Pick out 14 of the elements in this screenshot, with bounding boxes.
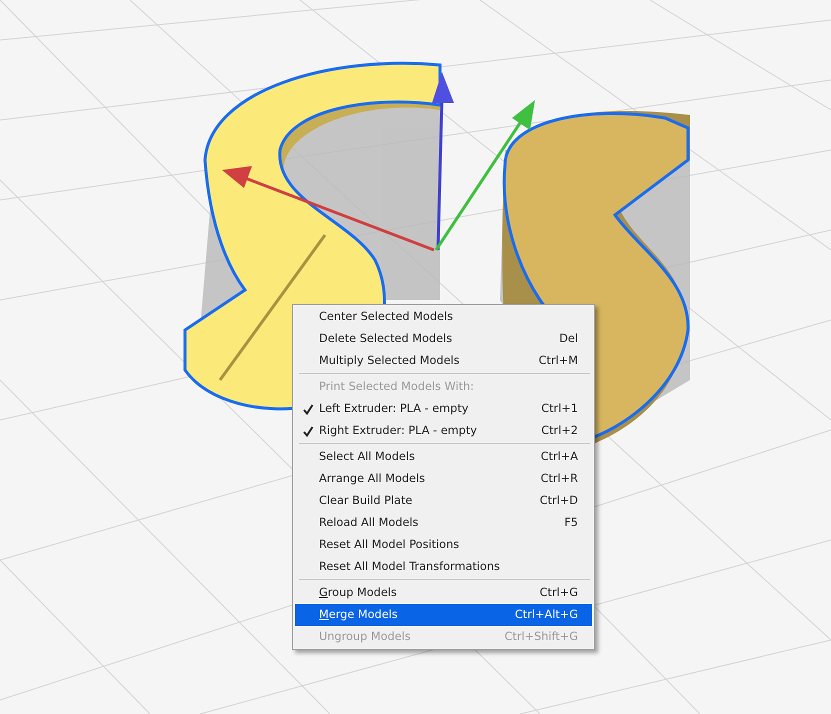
menu-section-header: Print Selected Models With: [319, 378, 474, 395]
menu-item[interactable]: Select All Models Ctrl+A [295, 446, 592, 468]
menu-item[interactable]: Reload All Models F5 [295, 512, 592, 534]
menu-item[interactable]: Clear Build Plate Ctrl+D [295, 490, 592, 512]
menu-item[interactable]: Delete Selected Models Del [295, 328, 592, 350]
menu-item[interactable]: Arrange All Models Ctrl+R [295, 468, 592, 490]
menu-item[interactable]: Merge Models Ctrl+Alt+G [295, 604, 592, 626]
menu-item[interactable]: Multiply Selected Models Ctrl+M [295, 350, 592, 372]
menu-item[interactable]: Group Models Ctrl+G [295, 582, 592, 604]
menu-item[interactable]: Reset All Model Positions [295, 534, 592, 556]
menu-item[interactable]: Center Selected Models [295, 306, 592, 328]
menu-item[interactable]: Right Extruder: PLA - empty Ctrl+2 [295, 420, 592, 442]
menu-item[interactable]: Left Extruder: PLA - empty Ctrl+1 [295, 398, 592, 420]
menu-item[interactable]: Reset All Model Transformations [295, 556, 592, 578]
